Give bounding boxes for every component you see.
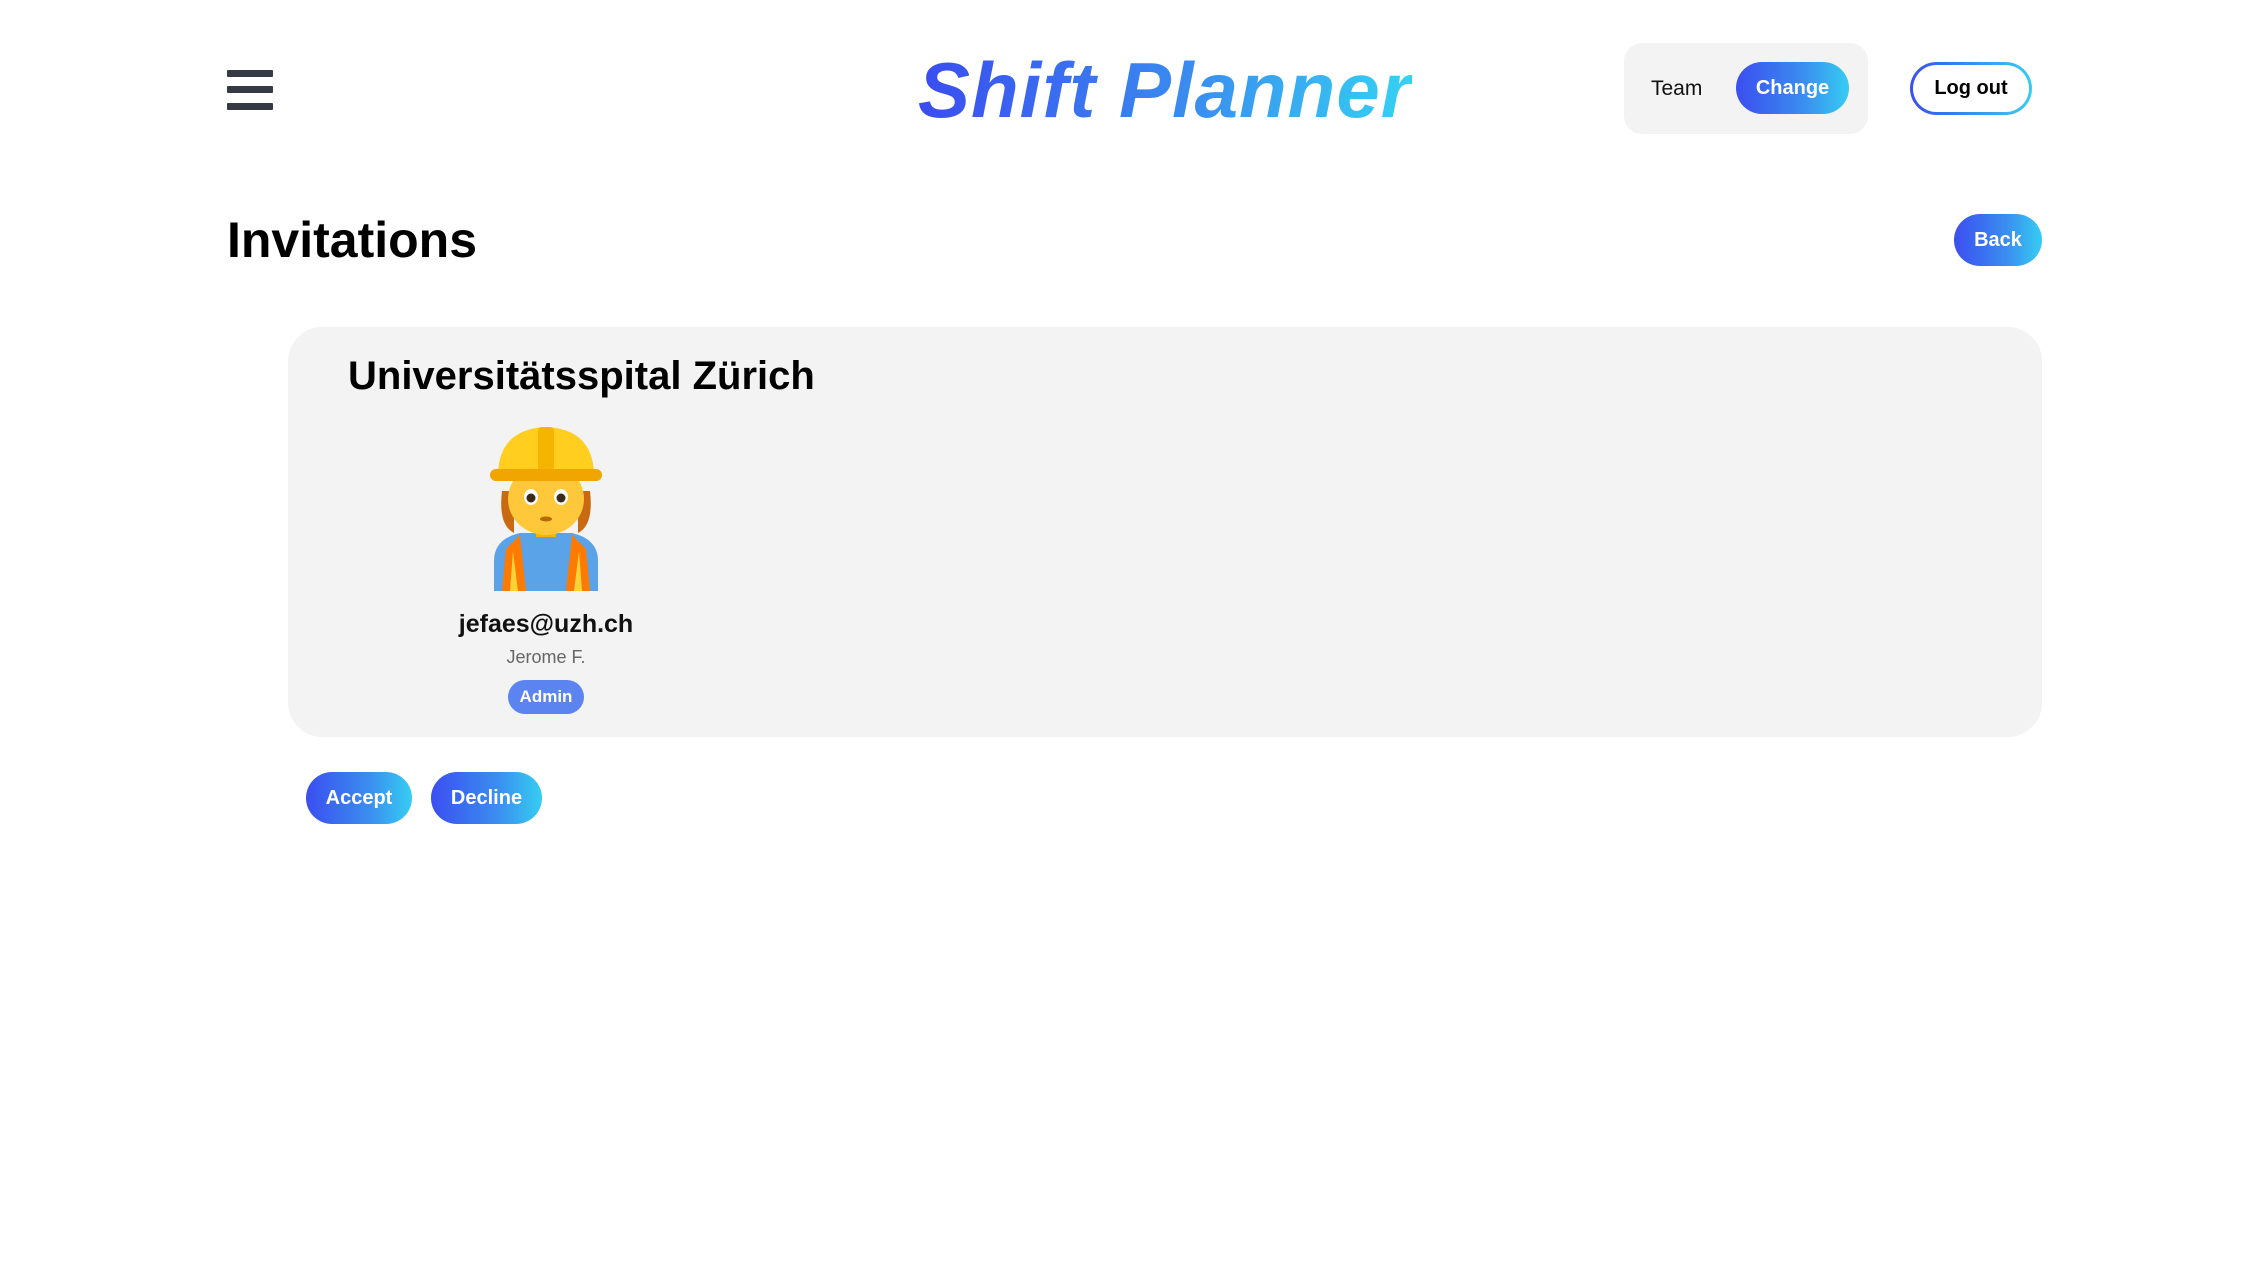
decline-button[interactable]: Decline [431,772,542,824]
invitation-card: Universitätsspital Zürich jefaes@uzh.ch … [288,327,2042,737]
construction-worker-avatar [490,427,602,591]
hamburger-menu-icon[interactable] [227,70,273,110]
logout-button[interactable]: Log out [1910,62,2032,115]
invitations-page: Shift Planner Team Change Log out Invita… [0,0,2256,1276]
back-button[interactable]: Back [1954,214,2042,266]
team-selector: Team Change [1624,43,1868,134]
member-name: Jerome F. [506,647,586,667]
page-title: Invitations [227,212,478,268]
accept-button[interactable]: Accept [306,772,412,824]
app-brand-title: Shift Planner [918,46,1413,134]
member-email: jefaes@uzh.ch [458,610,634,638]
team-label: Team [1651,77,1703,100]
change-team-button[interactable]: Change [1736,62,1849,114]
role-badge: Admin [508,680,584,714]
organization-name: Universitätsspital Zürich [348,354,815,398]
